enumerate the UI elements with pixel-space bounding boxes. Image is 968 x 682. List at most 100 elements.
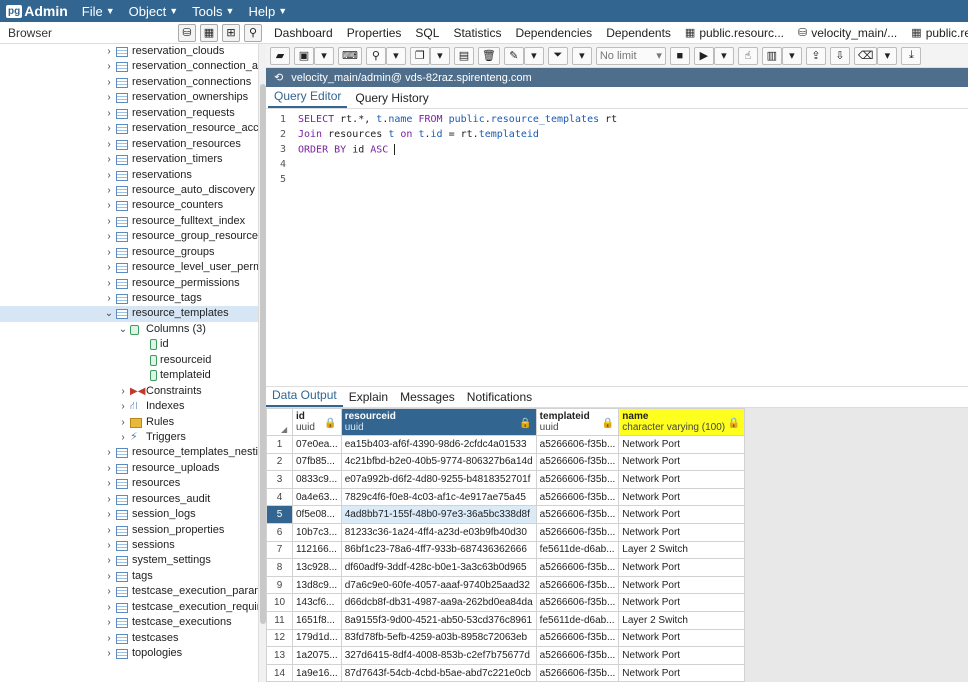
execute-dropdown-button[interactable]: ▾ bbox=[713, 46, 734, 65]
chevron-right-icon[interactable]: › bbox=[104, 492, 114, 507]
tree-item[interactable]: › resource_tags bbox=[0, 291, 258, 306]
table-row[interactable]: 7 112166... 86bf1c23-78a6-4ff7-933b-687436… bbox=[266, 540, 746, 560]
table-row[interactable]: 1 07e0ea... ea15b403-af6f-4390-98d6-2cfdc4… bbox=[266, 435, 746, 454]
tree-item[interactable]: › resources bbox=[0, 476, 258, 491]
explain-dropdown-button[interactable]: ▾ bbox=[781, 46, 802, 65]
tab-query-history[interactable]: Query History bbox=[349, 91, 434, 108]
table-row[interactable]: 9 13d8c9... d7a6c9e0-60fe-4057-aaaf-9740b2… bbox=[266, 575, 746, 595]
view-data-button[interactable]: ▦ bbox=[200, 23, 218, 42]
tree-item[interactable]: ⌄ resource_templates bbox=[0, 306, 258, 322]
menu-help[interactable]: Help ▼ bbox=[248, 4, 287, 19]
tree-item[interactable]: › reservation_ownerships bbox=[0, 90, 258, 105]
chevron-right-icon[interactable]: › bbox=[104, 476, 114, 491]
find-button[interactable]: ⚲ bbox=[365, 46, 386, 65]
chevron-right-icon[interactable]: › bbox=[118, 384, 128, 399]
tree-item[interactable]: resourceid bbox=[0, 353, 258, 368]
commit-button[interactable]: ⇪ bbox=[805, 46, 826, 65]
tree-scrollbar[interactable] bbox=[258, 44, 266, 682]
chevron-down-icon[interactable]: ⌄ bbox=[104, 306, 114, 321]
filter-button[interactable]: ⏷ bbox=[547, 46, 568, 65]
keyboard-button[interactable]: ⌨ bbox=[338, 46, 362, 65]
delete-button[interactable]: 🗑 bbox=[477, 46, 500, 65]
tab-5[interactable]: Dependents bbox=[606, 26, 671, 40]
table-row[interactable]: 2 07fb85... 4c21bfbd-b2e0-40b5-9774-806327… bbox=[266, 452, 746, 472]
cell-id[interactable]: 1651f8... bbox=[292, 610, 342, 630]
table-row[interactable]: 5 0f5e08... 4ad8bb71-155f-48b0-97e3-36a5bc… bbox=[266, 505, 746, 524]
paste-button[interactable]: ▤ bbox=[453, 46, 474, 65]
cell-templateid[interactable]: a5266606-f35b... bbox=[535, 522, 620, 542]
cell-resourceid[interactable]: 86bf1c23-78a6-4ff7-933b-687436362666 bbox=[340, 540, 537, 560]
cell-id[interactable]: 179d1d... bbox=[292, 628, 342, 648]
chevron-right-icon[interactable]: › bbox=[104, 569, 114, 584]
tree-item[interactable]: › sessions bbox=[0, 538, 258, 553]
cell-templateid[interactable]: a5266606-f35b... bbox=[535, 628, 620, 648]
tab-1[interactable]: Properties bbox=[347, 26, 402, 40]
chevron-right-icon[interactable]: › bbox=[104, 137, 114, 152]
tab-8[interactable]: ▦public.resourc... bbox=[911, 26, 968, 40]
tree-item[interactable]: › topologies bbox=[0, 646, 258, 661]
column-header-templateid[interactable]: templateid uuid 🔒 bbox=[535, 408, 620, 436]
cell-id[interactable]: 143cf6... bbox=[292, 593, 342, 612]
row-number[interactable]: 3 bbox=[266, 470, 293, 489]
copy-dropdown-button[interactable]: ▾ bbox=[429, 46, 450, 65]
chevron-right-icon[interactable]: › bbox=[104, 168, 114, 183]
cell-templateid[interactable]: fe5611de-d6ab... bbox=[535, 610, 620, 630]
chevron-right-icon[interactable]: › bbox=[104, 183, 114, 198]
tab-explain[interactable]: Explain bbox=[343, 390, 394, 407]
tree-item[interactable]: › testcase_execution_requiremer bbox=[0, 600, 258, 615]
tree-item[interactable]: › tags bbox=[0, 569, 258, 584]
chevron-right-icon[interactable]: › bbox=[104, 615, 114, 630]
cell-id[interactable]: 07fb85... bbox=[292, 452, 342, 472]
chevron-right-icon[interactable]: › bbox=[104, 214, 114, 229]
tree-item[interactable]: › resource_group_resources bbox=[0, 229, 258, 244]
chevron-right-icon[interactable]: › bbox=[104, 291, 114, 306]
cell-name[interactable]: Network Port bbox=[618, 558, 746, 577]
tree-item[interactable]: › resource_level_user_permissio bbox=[0, 260, 258, 275]
cell-resourceid[interactable]: d66dcb8f-db31-4987-aa9a-262bd0ea84da bbox=[340, 593, 537, 612]
cell-id[interactable]: 07e0ea... bbox=[292, 435, 342, 454]
chevron-right-icon[interactable]: › bbox=[104, 121, 114, 136]
table-row[interactable]: 11 1651f8... 8a9155f3-9d00-4521-ab50-53cd3… bbox=[266, 610, 746, 630]
row-number[interactable]: 8 bbox=[266, 558, 293, 577]
column-header-resourceid[interactable]: resourceid uuid 🔒 bbox=[340, 408, 537, 436]
table-row[interactable]: 6 10b7c3... 81233c36-1a24-4ff4-a23d-e03b9f… bbox=[266, 522, 746, 542]
tree-item[interactable]: › testcase_executions bbox=[0, 615, 258, 630]
cell-name[interactable]: Network Port bbox=[618, 435, 746, 454]
tree-item[interactable]: › reservations bbox=[0, 168, 258, 183]
cell-name[interactable]: Network Port bbox=[618, 593, 746, 612]
sql-editor[interactable]: 1 2 3 4 5 SELECT rt.*, t.name FROM public.re… bbox=[266, 109, 968, 384]
cell-id[interactable]: 0a4e63... bbox=[292, 487, 342, 507]
tree-item[interactable]: › resource_permissions bbox=[0, 276, 258, 291]
cell-resourceid[interactable]: 327d6415-8df4-4008-853b-c2ef7b75677d bbox=[340, 646, 537, 665]
cell-templateid[interactable]: a5266606-f35b... bbox=[535, 646, 620, 665]
menu-tools[interactable]: Tools ▼ bbox=[192, 4, 234, 19]
tree-item[interactable]: › system_settings bbox=[0, 553, 258, 568]
cell-id[interactable]: 112166... bbox=[292, 540, 342, 560]
tab-query-editor[interactable]: Query Editor bbox=[268, 89, 348, 108]
explain-button[interactable]: ☝ bbox=[737, 46, 758, 65]
chevron-right-icon[interactable]: › bbox=[104, 507, 114, 522]
tab-notifications[interactable]: Notifications bbox=[461, 390, 538, 407]
tab-7[interactable]: ⛁ velocity_main/... bbox=[798, 26, 897, 40]
chevron-right-icon[interactable]: › bbox=[104, 631, 114, 646]
cell-id[interactable]: 1a9e16... bbox=[292, 663, 342, 682]
chevron-right-icon[interactable]: › bbox=[104, 260, 114, 275]
table-row[interactable]: 8 13c928... df60adf9-3ddf-428c-b0e1-3a3c63… bbox=[266, 558, 746, 577]
cell-templateid[interactable]: a5266606-f35b... bbox=[535, 505, 620, 524]
execute-button[interactable]: ▶ bbox=[693, 46, 714, 65]
explain-analyze-button[interactable]: ▥ bbox=[761, 46, 782, 65]
tree-item[interactable]: › resource_groups bbox=[0, 245, 258, 260]
chevron-right-icon[interactable]: › bbox=[104, 445, 114, 460]
cell-resourceid[interactable]: d7a6c9e0-60fe-4057-aaaf-9740b25aad32 bbox=[340, 575, 537, 595]
query-tool-button[interactable]: ⛁ bbox=[178, 23, 196, 42]
row-number[interactable]: 10 bbox=[266, 593, 293, 612]
tree-item[interactable]: › reservation_resource_access_le bbox=[0, 121, 258, 136]
connection-bar[interactable]: ⟲ velocity_main/admin@ vds-82raz.spirent… bbox=[266, 68, 968, 87]
cell-id[interactable]: 13c928... bbox=[292, 558, 342, 577]
tab-messages[interactable]: Messages bbox=[394, 390, 461, 407]
search-objects-button[interactable]: ⚲ bbox=[244, 23, 262, 42]
cell-resourceid[interactable]: 81233c36-1a24-4ff4-a23d-e03b9fb40d30 bbox=[340, 522, 537, 542]
cell-name[interactable]: Network Port bbox=[618, 505, 746, 524]
table-row[interactable]: 14 1a9e16... 87d7643f-54cb-4cbd-b5ae-abd7c… bbox=[266, 663, 746, 682]
tree-item[interactable]: › resource_counters bbox=[0, 198, 258, 213]
